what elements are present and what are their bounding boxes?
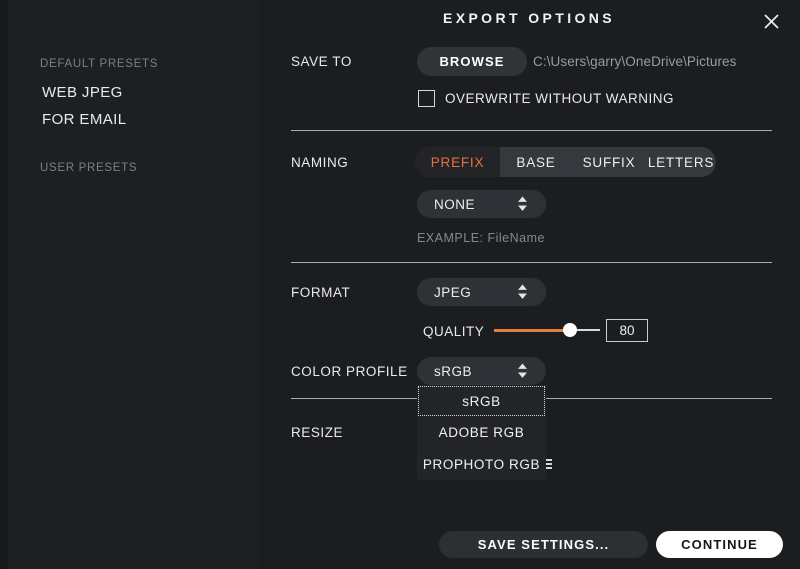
tab-suffix[interactable]: SUFFIX bbox=[572, 147, 646, 177]
tab-base[interactable]: BASE bbox=[500, 147, 572, 177]
quality-label: QUALITY bbox=[423, 324, 485, 339]
presets-sidebar: DEFAULT PRESETS WEB JPEG FOR EMAIL USER … bbox=[8, 0, 258, 569]
save-path-text: C:\Users\garry\OneDrive\Pictures bbox=[533, 54, 737, 69]
divider-after-naming bbox=[291, 262, 772, 263]
sidebar-group-user-presets: USER PRESETS bbox=[40, 162, 138, 174]
checkbox-box[interactable] bbox=[418, 90, 435, 107]
dropdown-option-adobe-rgb[interactable]: ADOBE RGB bbox=[417, 417, 546, 448]
dropdown-option-srgb[interactable]: sRGB bbox=[417, 385, 546, 417]
quality-slider[interactable] bbox=[494, 323, 600, 337]
color-profile-select[interactable]: sRGB bbox=[417, 357, 546, 385]
color-profile-value: sRGB bbox=[434, 363, 473, 379]
color-profile-dropdown-list: sRGB ADOBE RGB PROPHOTO RGB bbox=[417, 385, 546, 480]
tab-prefix[interactable]: PREFIX bbox=[415, 147, 500, 177]
divider-after-save-to bbox=[291, 130, 772, 131]
save-to-label: SAVE TO bbox=[291, 54, 352, 69]
slider-track-filled bbox=[494, 329, 570, 332]
naming-tabs: PREFIX BASE SUFFIX LETTERS bbox=[415, 147, 716, 177]
chevron-updown-icon[interactable] bbox=[518, 196, 527, 212]
sidebar-group-default-presets: DEFAULT PRESETS bbox=[40, 58, 159, 70]
page-title: EXPORT OPTIONS bbox=[442, 10, 616, 26]
color-profile-label: COLOR PROFILE bbox=[291, 364, 408, 379]
format-select[interactable]: JPEG bbox=[417, 278, 546, 306]
options-panel: EXPORT OPTIONS SAVE TO BROWSE C:\Users\g… bbox=[258, 0, 800, 569]
left-rail bbox=[0, 0, 8, 569]
naming-prefix-select[interactable]: NONE bbox=[417, 190, 546, 218]
naming-label: NAMING bbox=[291, 155, 349, 170]
format-value: JPEG bbox=[434, 284, 472, 300]
format-label: FORMAT bbox=[291, 285, 351, 300]
browse-button[interactable]: BROWSE bbox=[417, 47, 527, 76]
chevron-updown-icon[interactable] bbox=[518, 363, 527, 379]
quality-value-input[interactable]: 80 bbox=[606, 319, 648, 342]
slider-thumb[interactable] bbox=[563, 323, 577, 337]
close-icon[interactable] bbox=[758, 8, 784, 34]
sidebar-item-for-email[interactable]: FOR EMAIL bbox=[42, 111, 126, 128]
resize-label: RESIZE bbox=[291, 425, 344, 440]
continue-button[interactable]: CONTINUE bbox=[656, 531, 783, 558]
chevron-updown-icon[interactable] bbox=[518, 284, 527, 300]
dropdown-option-prophoto-rgb[interactable]: PROPHOTO RGB bbox=[417, 448, 546, 480]
overwrite-label: OVERWRITE WITHOUT WARNING bbox=[445, 91, 674, 106]
naming-prefix-value: NONE bbox=[434, 196, 476, 212]
tab-letters[interactable]: LETTERS bbox=[646, 147, 716, 177]
save-settings-button[interactable]: SAVE SETTINGS... bbox=[439, 531, 648, 558]
overwrite-without-warning-checkbox[interactable]: OVERWRITE WITHOUT WARNING bbox=[418, 90, 674, 107]
sidebar-item-web-jpeg[interactable]: WEB JPEG bbox=[42, 84, 123, 101]
export-options-dialog: DEFAULT PRESETS WEB JPEG FOR EMAIL USER … bbox=[0, 0, 800, 569]
naming-example-text: EXAMPLE: FileName bbox=[417, 231, 545, 245]
